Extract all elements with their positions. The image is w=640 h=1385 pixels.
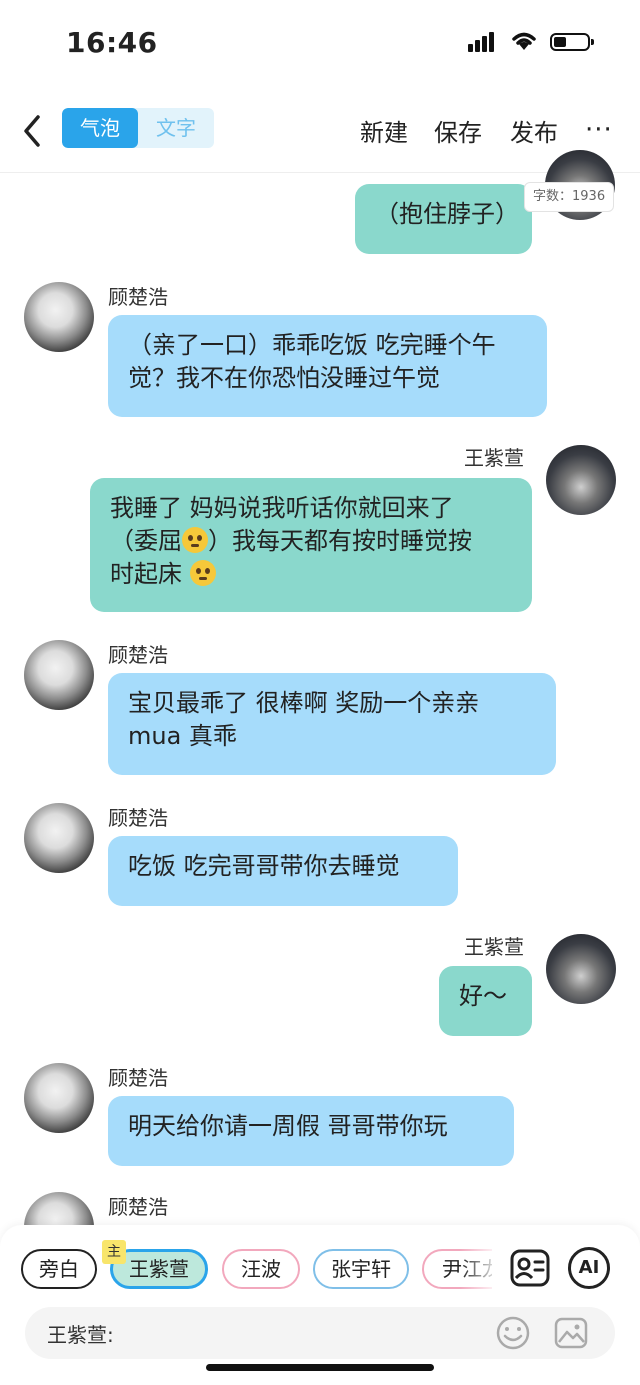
emoji-icon[interactable]: [495, 1315, 531, 1351]
message-text: mua 真乖: [128, 722, 237, 750]
ai-button[interactable]: AI: [568, 1247, 610, 1289]
new-button[interactable]: 新建: [360, 113, 408, 148]
battery-icon: [550, 33, 594, 51]
message-bubble[interactable]: 我睡了 妈妈说我听话你就回来了 （委屈 ）我每天都有按时睡觉按 时起床: [90, 478, 532, 612]
avatar-gu-chuhao[interactable]: [24, 640, 94, 710]
tab-text[interactable]: 文字: [138, 108, 214, 148]
home-indicator: [206, 1364, 434, 1371]
sender-name: 王紫萱: [464, 935, 524, 959]
message-text: 觉？我不在你恐怕没睡过午觉: [128, 364, 440, 392]
message-input[interactable]: 王紫萱:: [25, 1307, 615, 1359]
message-bubble[interactable]: 吃饭 吃完哥哥带你去睡觉: [108, 836, 458, 906]
message-bubble[interactable]: （抱住脖子）: [355, 184, 532, 254]
sender-name: 王紫萱: [464, 446, 524, 470]
main-character-badge: 主: [102, 1240, 126, 1264]
message-bubble[interactable]: 好～: [439, 966, 532, 1036]
avatar-gu-chuhao[interactable]: [24, 282, 94, 352]
message-text: ）我每天都有按时睡觉按: [208, 527, 472, 555]
message-text: 好～: [459, 982, 507, 1010]
avatar-wang-zixuan[interactable]: [546, 445, 616, 515]
back-arrow-icon[interactable]: [18, 111, 48, 151]
sender-name: 顾楚浩: [108, 806, 168, 830]
save-button[interactable]: 保存: [434, 113, 482, 148]
character-chip[interactable]: 汪波: [222, 1249, 300, 1289]
character-chip[interactable]: 张宇轩: [313, 1249, 409, 1289]
message-text: 明天给你请一周假 哥哥带你玩: [128, 1112, 448, 1140]
message-bubble[interactable]: 宝贝最乖了 很棒啊 奖励一个亲亲 mua 真乖: [108, 673, 556, 775]
word-count-badge: 字数：1936: [524, 182, 615, 212]
divider: [0, 172, 640, 173]
avatar-gu-chuhao[interactable]: [24, 1063, 94, 1133]
avatar-gu-chuhao[interactable]: [24, 803, 94, 873]
scroll-fade: [460, 1245, 500, 1293]
image-icon[interactable]: [553, 1315, 589, 1351]
character-chip-aside[interactable]: 旁白: [21, 1249, 97, 1289]
message-bubble[interactable]: （亲了一口）乖乖吃饭 吃完睡个午 觉？我不在你恐怕没睡过午觉: [108, 315, 547, 417]
ai-label: AI: [578, 1257, 600, 1278]
mode-switch: 气泡 文字: [62, 108, 214, 148]
tab-bubble[interactable]: 气泡: [62, 108, 138, 148]
status-bar: 16:46: [0, 0, 640, 90]
nav-bar: 气泡 文字 新建 保存 发布 ···: [0, 95, 640, 170]
sender-name: 顾楚浩: [108, 1066, 168, 1090]
cellular-signal-icon: [468, 32, 496, 52]
message-text: （委屈: [110, 527, 182, 555]
pleading-face-emoji: [189, 560, 216, 586]
message-bubble[interactable]: 明天给你请一周假 哥哥带你玩: [108, 1096, 514, 1166]
message-text: 宝贝最乖了 很棒啊 奖励一个亲亲: [128, 689, 480, 717]
sender-name: 顾楚浩: [108, 1195, 168, 1219]
contact-card-icon[interactable]: [509, 1247, 551, 1289]
sender-name: 顾楚浩: [108, 285, 168, 309]
bottom-panel: 旁白 王紫萱 主 汪波 张宇轩 尹江龙 AI 王紫萱:: [0, 1225, 640, 1385]
message-text: 我睡了 妈妈说我听话你就回来了: [110, 494, 454, 522]
message-text: （抱住脖子）: [375, 200, 519, 228]
message-text: 吃饭 吃完哥哥带你去睡觉: [128, 852, 400, 880]
message-text: （亲了一口）乖乖吃饭 吃完睡个午: [128, 331, 496, 359]
wifi-icon: [512, 32, 536, 50]
status-time: 16:46: [66, 26, 158, 59]
more-icon[interactable]: ···: [585, 117, 613, 143]
avatar-wang-zixuan[interactable]: [546, 934, 616, 1004]
message-text: 时起床: [110, 560, 190, 588]
input-speaker-label: 王紫萱:: [47, 1323, 114, 1347]
publish-button[interactable]: 发布: [510, 113, 558, 148]
pleading-face-emoji: [182, 527, 208, 553]
sender-name: 顾楚浩: [108, 643, 168, 667]
